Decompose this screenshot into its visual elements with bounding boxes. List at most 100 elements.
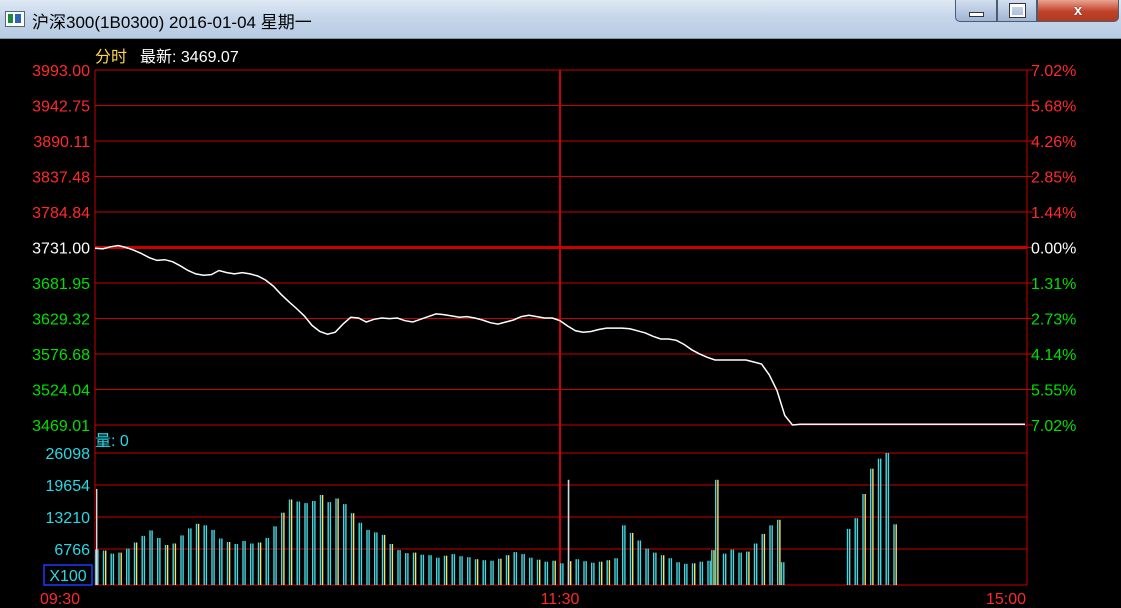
volume-bar [228,542,231,585]
volume-bar [360,522,363,585]
volume-bar [288,499,291,585]
volume-bar [110,553,112,585]
volume-bar [653,552,655,585]
volume-bar [422,554,425,585]
volume-bar [335,498,337,585]
volume-bar [783,562,785,585]
volume-bar [290,499,293,585]
volume-bar [352,513,355,585]
volume-bar [314,501,316,585]
volume-bar [601,561,603,585]
volume-bar [647,548,649,585]
volume-bar [562,563,564,585]
volume-bar [213,529,215,585]
volume-bar [676,562,678,585]
volume-bar [195,523,198,585]
volume-bar [304,503,306,585]
volume-bar [244,541,246,585]
close-button[interactable]: x [1037,0,1119,22]
volume-bar [102,550,105,585]
volume-bar [608,560,611,585]
volume-bar [513,552,515,585]
volume-bar [474,559,477,585]
price-tick-label: 3993.00 [32,63,90,80]
volume-unit-label: X100 [49,568,86,585]
volume-bar [319,495,322,585]
volume-bar [205,525,208,585]
volume-bar [498,558,500,585]
volume-bar [593,562,595,585]
percent-tick-label: 7.02% [1031,63,1076,80]
maximize-button[interactable] [997,0,1037,22]
volume-bar [684,563,686,585]
volume-bar [459,556,461,585]
volume-bar [430,555,432,585]
volume-bar [531,557,533,585]
volume-bar [283,512,285,585]
volume-bar [598,561,601,585]
volume-bar [862,494,864,585]
volume-tick-label: 13210 [46,510,91,527]
volume-bar [539,559,541,585]
volume-bar [259,542,262,585]
volume-bar [312,501,314,585]
volume-bar [505,555,508,585]
volume-bar [717,479,719,585]
volume-bar [856,518,859,585]
volume-bar [746,551,748,585]
time-tick-label: 11:30 [541,591,580,608]
volume-bar [567,479,570,585]
volume-bar [143,535,146,585]
volume-bar [203,525,205,585]
volume-bar [591,562,593,585]
price-tick-label: 3731.00 [32,241,90,258]
price-tick-label: 3524.04 [32,383,90,400]
volume-bar [265,538,267,585]
volume-bar [570,561,572,585]
app-icon [5,11,25,27]
volume-bar [529,557,531,585]
volume-bar [670,558,673,585]
volume-bar [777,519,779,585]
close-icon: x [1073,2,1083,19]
minimize-icon [968,12,984,17]
volume-bar [327,502,329,585]
volume-bar [399,550,401,585]
volume-bar [105,550,107,585]
percent-tick-label: 2.85% [1031,170,1076,187]
volume-bar [118,552,120,585]
volume-bar [725,553,727,585]
volume-bar [846,528,849,585]
volume-bar [96,488,98,585]
volume-bar [713,550,715,585]
minimize-button[interactable] [955,0,997,22]
volume-bar [166,545,169,585]
volume-bar [180,535,182,585]
volume-bar [686,563,688,585]
volume-bar [500,558,502,585]
volume-bar [174,543,177,585]
volume-bar [622,525,624,585]
volume-bar [521,554,523,585]
volume-bar [306,503,308,585]
volume-bar [583,561,585,585]
percent-tick-label: 1.31% [1031,276,1076,293]
volume-bar [738,552,740,585]
volume-bar [730,549,732,585]
volume-bar [120,552,122,585]
volume-bar [711,550,713,585]
volume-bar [350,513,353,585]
volume-bar [691,563,694,585]
volume-bar [420,554,422,585]
volume-bar [709,560,711,585]
intraday-chart[interactable]: 3993.00 7.02% 3942.75 5.68% 3890.11 4.26% 3837… [0,38,1121,608]
percent-tick-label: 1.44% [1031,205,1076,222]
volume-bar [242,541,244,585]
volume-bar [273,526,275,585]
volume-bar [469,557,471,585]
volume-bar [376,532,378,585]
volume-bar [219,538,221,585]
price-tick-label: 3629.32 [32,312,90,329]
volume-bar [870,468,872,585]
volume-bar [614,558,616,585]
